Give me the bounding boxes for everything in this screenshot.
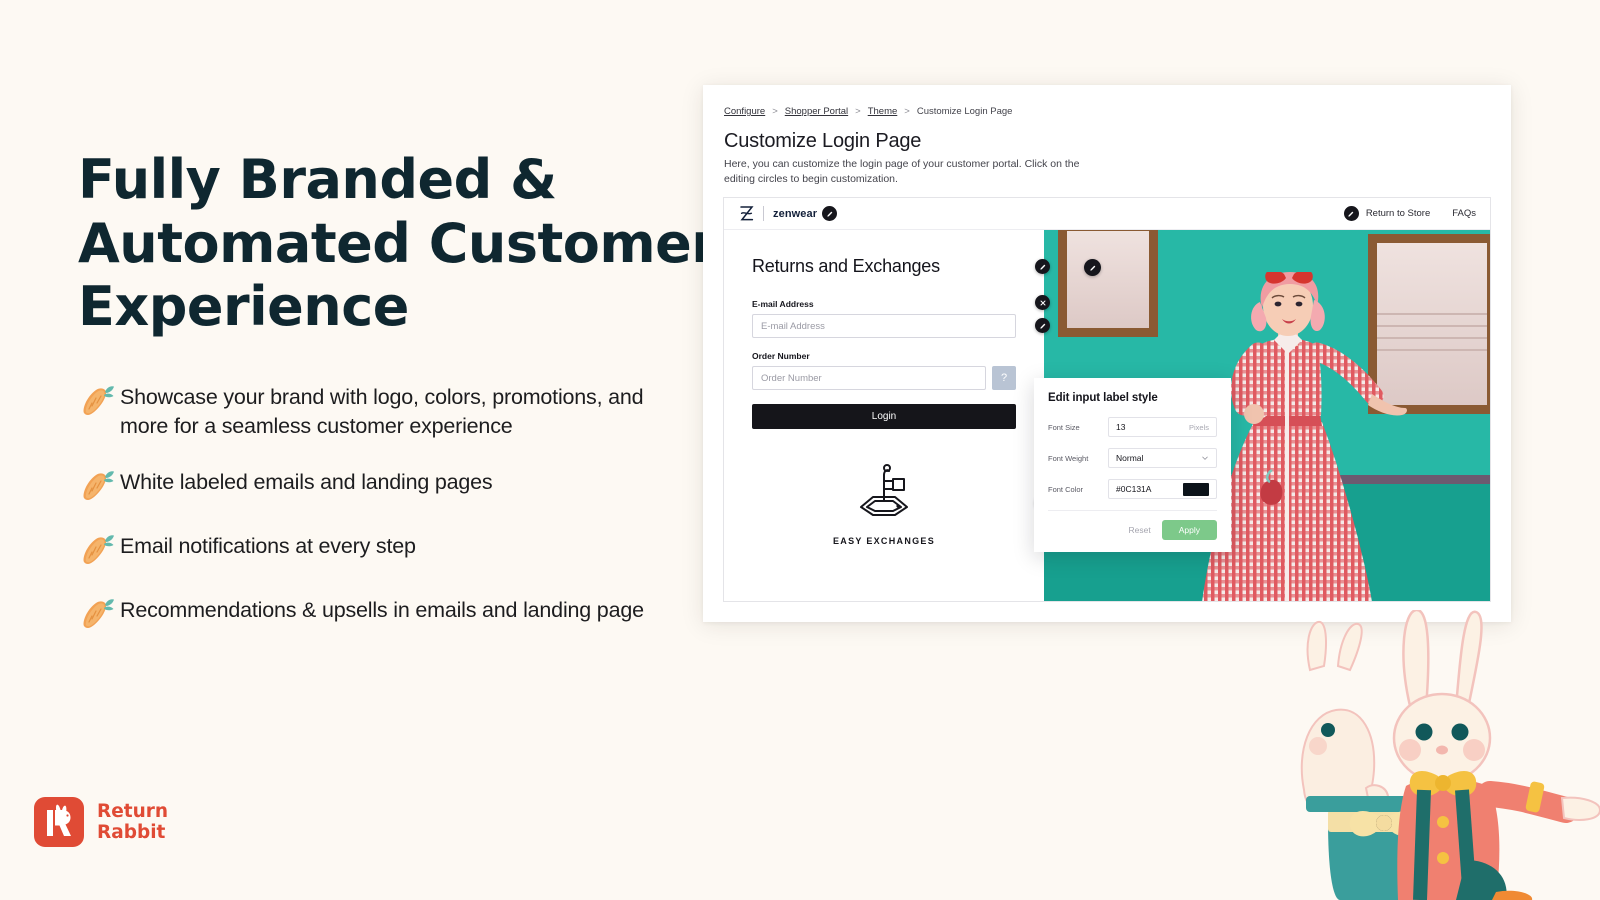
- email-input[interactable]: E-mail Address: [752, 314, 1016, 338]
- page-title: Customize Login Page: [724, 130, 922, 152]
- photo-window-left: [1058, 230, 1158, 337]
- portal-link-faqs[interactable]: FAQs: [1452, 208, 1476, 219]
- login-button[interactable]: Login: [752, 404, 1016, 429]
- carrot-icon: [78, 470, 120, 504]
- portal-brand-name: zenwear: [773, 207, 818, 220]
- feature-list: Showcase your brand with logo, colors, p…: [78, 383, 678, 632]
- login-form-pane: Returns and Exchanges E-mail Address E-m…: [724, 230, 1050, 601]
- breadcrumb: Configure > Shopper Portal > Theme > Cus…: [724, 106, 1012, 117]
- portal-header: zenwear Return to Store FAQs: [724, 198, 1490, 230]
- font-color-input[interactable]: #0C131A: [1108, 479, 1217, 499]
- edit-header-link-badge[interactable]: [1343, 206, 1359, 221]
- font-size-unit: Pixels: [1188, 422, 1209, 432]
- font-color-value: #0C131A: [1116, 484, 1152, 494]
- font-color-swatch[interactable]: [1183, 482, 1209, 496]
- font-size-input[interactable]: 13 Pixels: [1108, 417, 1217, 437]
- breadcrumb-separator: >: [904, 106, 910, 117]
- breadcrumb-item-theme[interactable]: Theme: [868, 106, 898, 117]
- style-panel-actions: Reset Apply: [1048, 520, 1217, 540]
- zenwear-z-icon: [739, 205, 754, 222]
- easy-exchanges-illustration: [853, 464, 915, 525]
- portal-body: Returns and Exchanges E-mail Address E-m…: [724, 230, 1490, 601]
- list-item: Showcase your brand with logo, colors, p…: [78, 383, 678, 440]
- font-color-label: Font Color: [1048, 484, 1084, 494]
- list-item: Email notifications at every step: [78, 532, 678, 568]
- order-field-group: Order Number Order Number ?: [752, 351, 1016, 390]
- page-description: Here, you can customize the login page o…: [724, 158, 1080, 186]
- carrot-icon: [78, 598, 120, 632]
- font-size-label: Font Size: [1048, 422, 1080, 432]
- font-color-row: Font Color #0C131A: [1048, 479, 1217, 499]
- style-panel-title: Edit input label style: [1048, 392, 1158, 404]
- edit-logo-badge[interactable]: [822, 206, 838, 221]
- rabbit-mascots-illustration: [1270, 608, 1600, 900]
- font-weight-row: Font Weight Normal: [1048, 448, 1217, 468]
- return-rabbit-logo: Return Rabbit: [34, 797, 168, 847]
- breadcrumb-separator: >: [772, 106, 778, 117]
- list-item-label: Recommendations & upsells in emails and …: [120, 597, 644, 622]
- font-weight-label: Font Weight: [1048, 453, 1089, 463]
- edit-input-badge[interactable]: [1035, 318, 1050, 333]
- carrot-icon: [78, 385, 120, 419]
- easy-exchanges-block: EASY EXCHANGES: [752, 459, 1050, 546]
- reset-button[interactable]: Reset: [1127, 521, 1153, 539]
- style-panel-divider: [1048, 510, 1217, 511]
- easy-exchanges-label: EASY EXCHANGES: [832, 536, 936, 546]
- font-size-row: Font Size 13 Pixels: [1048, 417, 1217, 437]
- edit-title-badge[interactable]: [1035, 259, 1050, 274]
- font-weight-value: Normal: [1116, 453, 1144, 463]
- order-help-icon[interactable]: ?: [992, 366, 1016, 390]
- breadcrumb-item-configure[interactable]: Configure: [724, 106, 765, 117]
- order-field-label: Order Number: [752, 351, 810, 361]
- chevron-down-icon: [1201, 454, 1209, 462]
- email-field-label: E-mail Address: [752, 299, 814, 309]
- app-screenshot-card: Configure > Shopper Portal > Theme > Cus…: [703, 85, 1511, 622]
- edit-photo-badge[interactable]: [1084, 259, 1101, 276]
- email-field-group: E-mail Address E-mail Address: [752, 295, 1050, 338]
- logo-wordmark: Return Rabbit: [97, 801, 168, 843]
- list-item-label: Email notifications at every step: [120, 533, 416, 558]
- page-headline: Fully Branded & Automated Customer Exper…: [78, 148, 718, 339]
- portal-brand: zenwear: [739, 205, 838, 222]
- list-item-label: Showcase your brand with logo, colors, p…: [120, 385, 644, 438]
- list-item: Recommendations & upsells in emails and …: [78, 596, 678, 632]
- portal-link-label: Return to Store: [1365, 208, 1431, 219]
- login-form-title: Returns and Exchanges: [752, 256, 940, 276]
- breadcrumb-item-shopper-portal[interactable]: Shopper Portal: [785, 106, 848, 117]
- close-label-edit-badge[interactable]: [1035, 295, 1050, 310]
- logo-line-2: Rabbit: [97, 822, 166, 843]
- carrot-icon: [78, 534, 120, 568]
- breadcrumb-separator: >: [855, 106, 861, 117]
- edit-input-label-style-panel: Edit input label style Font Size 13 Pixe…: [1034, 378, 1231, 552]
- slide-canvas: Fully Branded & Automated Customer Exper…: [0, 0, 1600, 900]
- list-item-label: White labeled emails and landing pages: [120, 469, 493, 494]
- return-rabbit-r-icon: [34, 797, 84, 847]
- list-item: White labeled emails and landing pages: [78, 468, 678, 504]
- marketing-column: Fully Branded & Automated Customer Exper…: [78, 148, 718, 632]
- font-size-value: 13: [1116, 422, 1126, 432]
- portal-preview: zenwear Return to Store FAQs Returns and…: [723, 197, 1491, 602]
- order-number-input[interactable]: Order Number: [752, 366, 986, 390]
- breadcrumb-current: Customize Login Page: [916, 106, 1013, 117]
- portal-link-label: FAQs: [1452, 208, 1476, 219]
- logo-line-1: Return: [97, 800, 169, 822]
- font-weight-select[interactable]: Normal: [1108, 448, 1217, 468]
- apply-button[interactable]: Apply: [1161, 520, 1217, 540]
- brand-divider: [763, 206, 764, 221]
- portal-link-return-to-store[interactable]: Return to Store: [1343, 206, 1431, 221]
- portal-header-links: Return to Store FAQs: [1343, 206, 1476, 221]
